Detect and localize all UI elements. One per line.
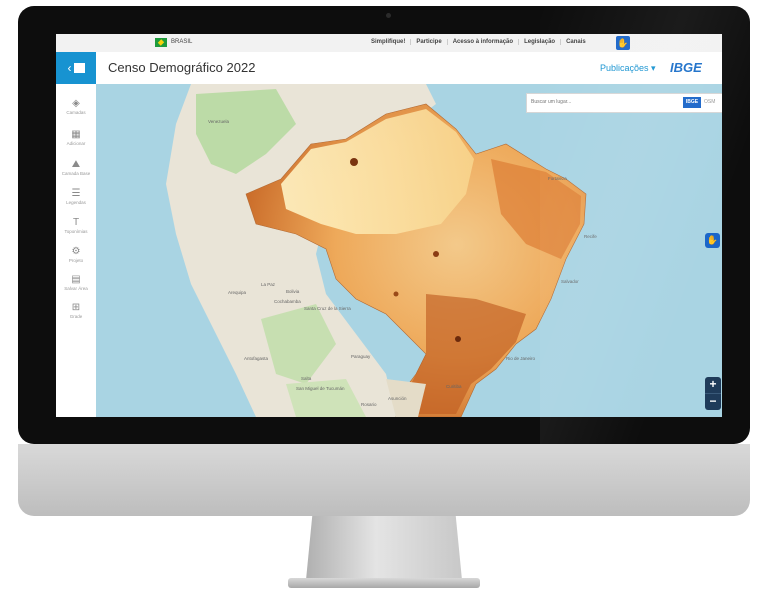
link-simplifique[interactable]: Simplifique! <box>366 39 410 45</box>
sidebar-item-salvar-area[interactable]: ▤ Salvar Área <box>56 274 96 291</box>
sidebar-item-adicionar[interactable]: ▦ Adicionar <box>56 129 96 146</box>
base-layer-icon: ⛰ <box>71 159 81 170</box>
grid-icon: ⊞ <box>71 302 81 313</box>
link-acesso-informacao[interactable]: Acesso à informação <box>446 39 518 45</box>
map-svg <box>96 84 722 417</box>
brazil-flag-icon <box>155 38 167 47</box>
map-label: Rosario <box>361 402 377 407</box>
save-area-icon: ▤ <box>71 274 81 285</box>
sidebar-item-legendas[interactable]: ☰ Legendas <box>56 188 96 205</box>
sidebar-item-grade[interactable]: ⊞ Grade <box>56 302 96 319</box>
webcam <box>386 13 391 18</box>
search-box: IBGE OSM <box>526 93 722 113</box>
map-canvas[interactable]: Venezuela Bolivia Paraguay Santa Cruz de… <box>96 84 722 417</box>
monitor-stand <box>306 516 462 580</box>
map-label: Salta <box>301 376 312 381</box>
map-label: Curitiba <box>446 384 462 389</box>
dark-municipality <box>455 336 461 342</box>
country-link[interactable]: BRASIL <box>171 39 192 45</box>
map-label: Venezuela <box>208 119 230 124</box>
map-label: Asunción <box>388 396 407 401</box>
map-label: Salvador <box>561 279 579 284</box>
map-label: La Paz <box>261 282 276 287</box>
map-label: Rio de Janeiro <box>506 356 536 361</box>
gear-icon: ⚙ <box>71 246 81 257</box>
link-legislacao[interactable]: Legislação <box>518 39 560 45</box>
gov-topbar: BRASIL Simplifique! Participe Acesso à i… <box>56 34 722 53</box>
vlibras-icon[interactable]: ✋ <box>616 36 630 50</box>
chevron-left-icon: ‹ <box>67 61 72 75</box>
map-label: Santa Cruz de la Sierra <box>304 306 351 311</box>
ibge-logo[interactable]: IBGE <box>670 60 702 75</box>
publications-dropdown[interactable]: Publicações ▾ <box>600 63 656 74</box>
accessibility-hand-icon[interactable]: ✋ <box>705 233 720 248</box>
map-label: Antofagasta <box>244 356 269 361</box>
map-label: Paraguay <box>351 354 371 359</box>
sidebar: ◈ Camadas ▦ Adicionar ⛰ Camada Base ☰ Le… <box>56 84 97 417</box>
sidebar-toggle-button[interactable]: ‹ <box>56 52 96 84</box>
sidebar-item-projeto[interactable]: ⚙ Projeto <box>56 246 96 263</box>
map-label: Bolivia <box>286 289 300 294</box>
sidebar-item-camadas[interactable]: ◈ Camadas <box>56 98 96 115</box>
app-header: ‹ Censo Demográfico 2022 Publicações ▾ I… <box>56 52 722 85</box>
monitor-stand-base <box>288 578 480 588</box>
layers-icon: ◈ <box>72 98 80 109</box>
search-input[interactable] <box>527 94 685 110</box>
legend-icon: ☰ <box>71 188 81 199</box>
gov-links: Simplifique! Participe Acesso à informaç… <box>366 39 591 45</box>
link-participe[interactable]: Participe <box>410 39 446 45</box>
sidebar-item-camada-base[interactable]: ⛰ Camada Base <box>56 159 96 176</box>
monitor-chin <box>18 444 750 516</box>
toponym-icon: T <box>72 217 80 228</box>
map-label: Recife <box>584 234 597 239</box>
page-title: Censo Demográfico 2022 <box>108 60 256 75</box>
sidebar-item-toponimias[interactable]: T Toponímias <box>56 217 96 234</box>
dark-municipality <box>433 251 439 257</box>
dark-municipality <box>393 291 399 297</box>
map-label: San Miguel de Tucumán <box>296 386 345 391</box>
panel-icon <box>73 63 85 73</box>
link-canais[interactable]: Canais <box>560 39 591 45</box>
map-label: Cochabamba <box>274 299 301 304</box>
map-label: Arequipa <box>228 290 247 295</box>
zoom-out-button[interactable]: − <box>705 394 721 410</box>
screen: BRASIL Simplifique! Participe Acesso à i… <box>56 34 722 417</box>
zoom-controls: + − <box>705 377 721 410</box>
ibge-search-button[interactable]: IBGE <box>683 97 701 108</box>
zoom-in-button[interactable]: + <box>705 377 721 394</box>
add-layer-icon: ▦ <box>71 129 81 140</box>
osm-search-button[interactable]: OSM <box>704 97 715 108</box>
map-label: Fortaleza <box>548 176 567 181</box>
dark-municipality <box>350 158 358 166</box>
